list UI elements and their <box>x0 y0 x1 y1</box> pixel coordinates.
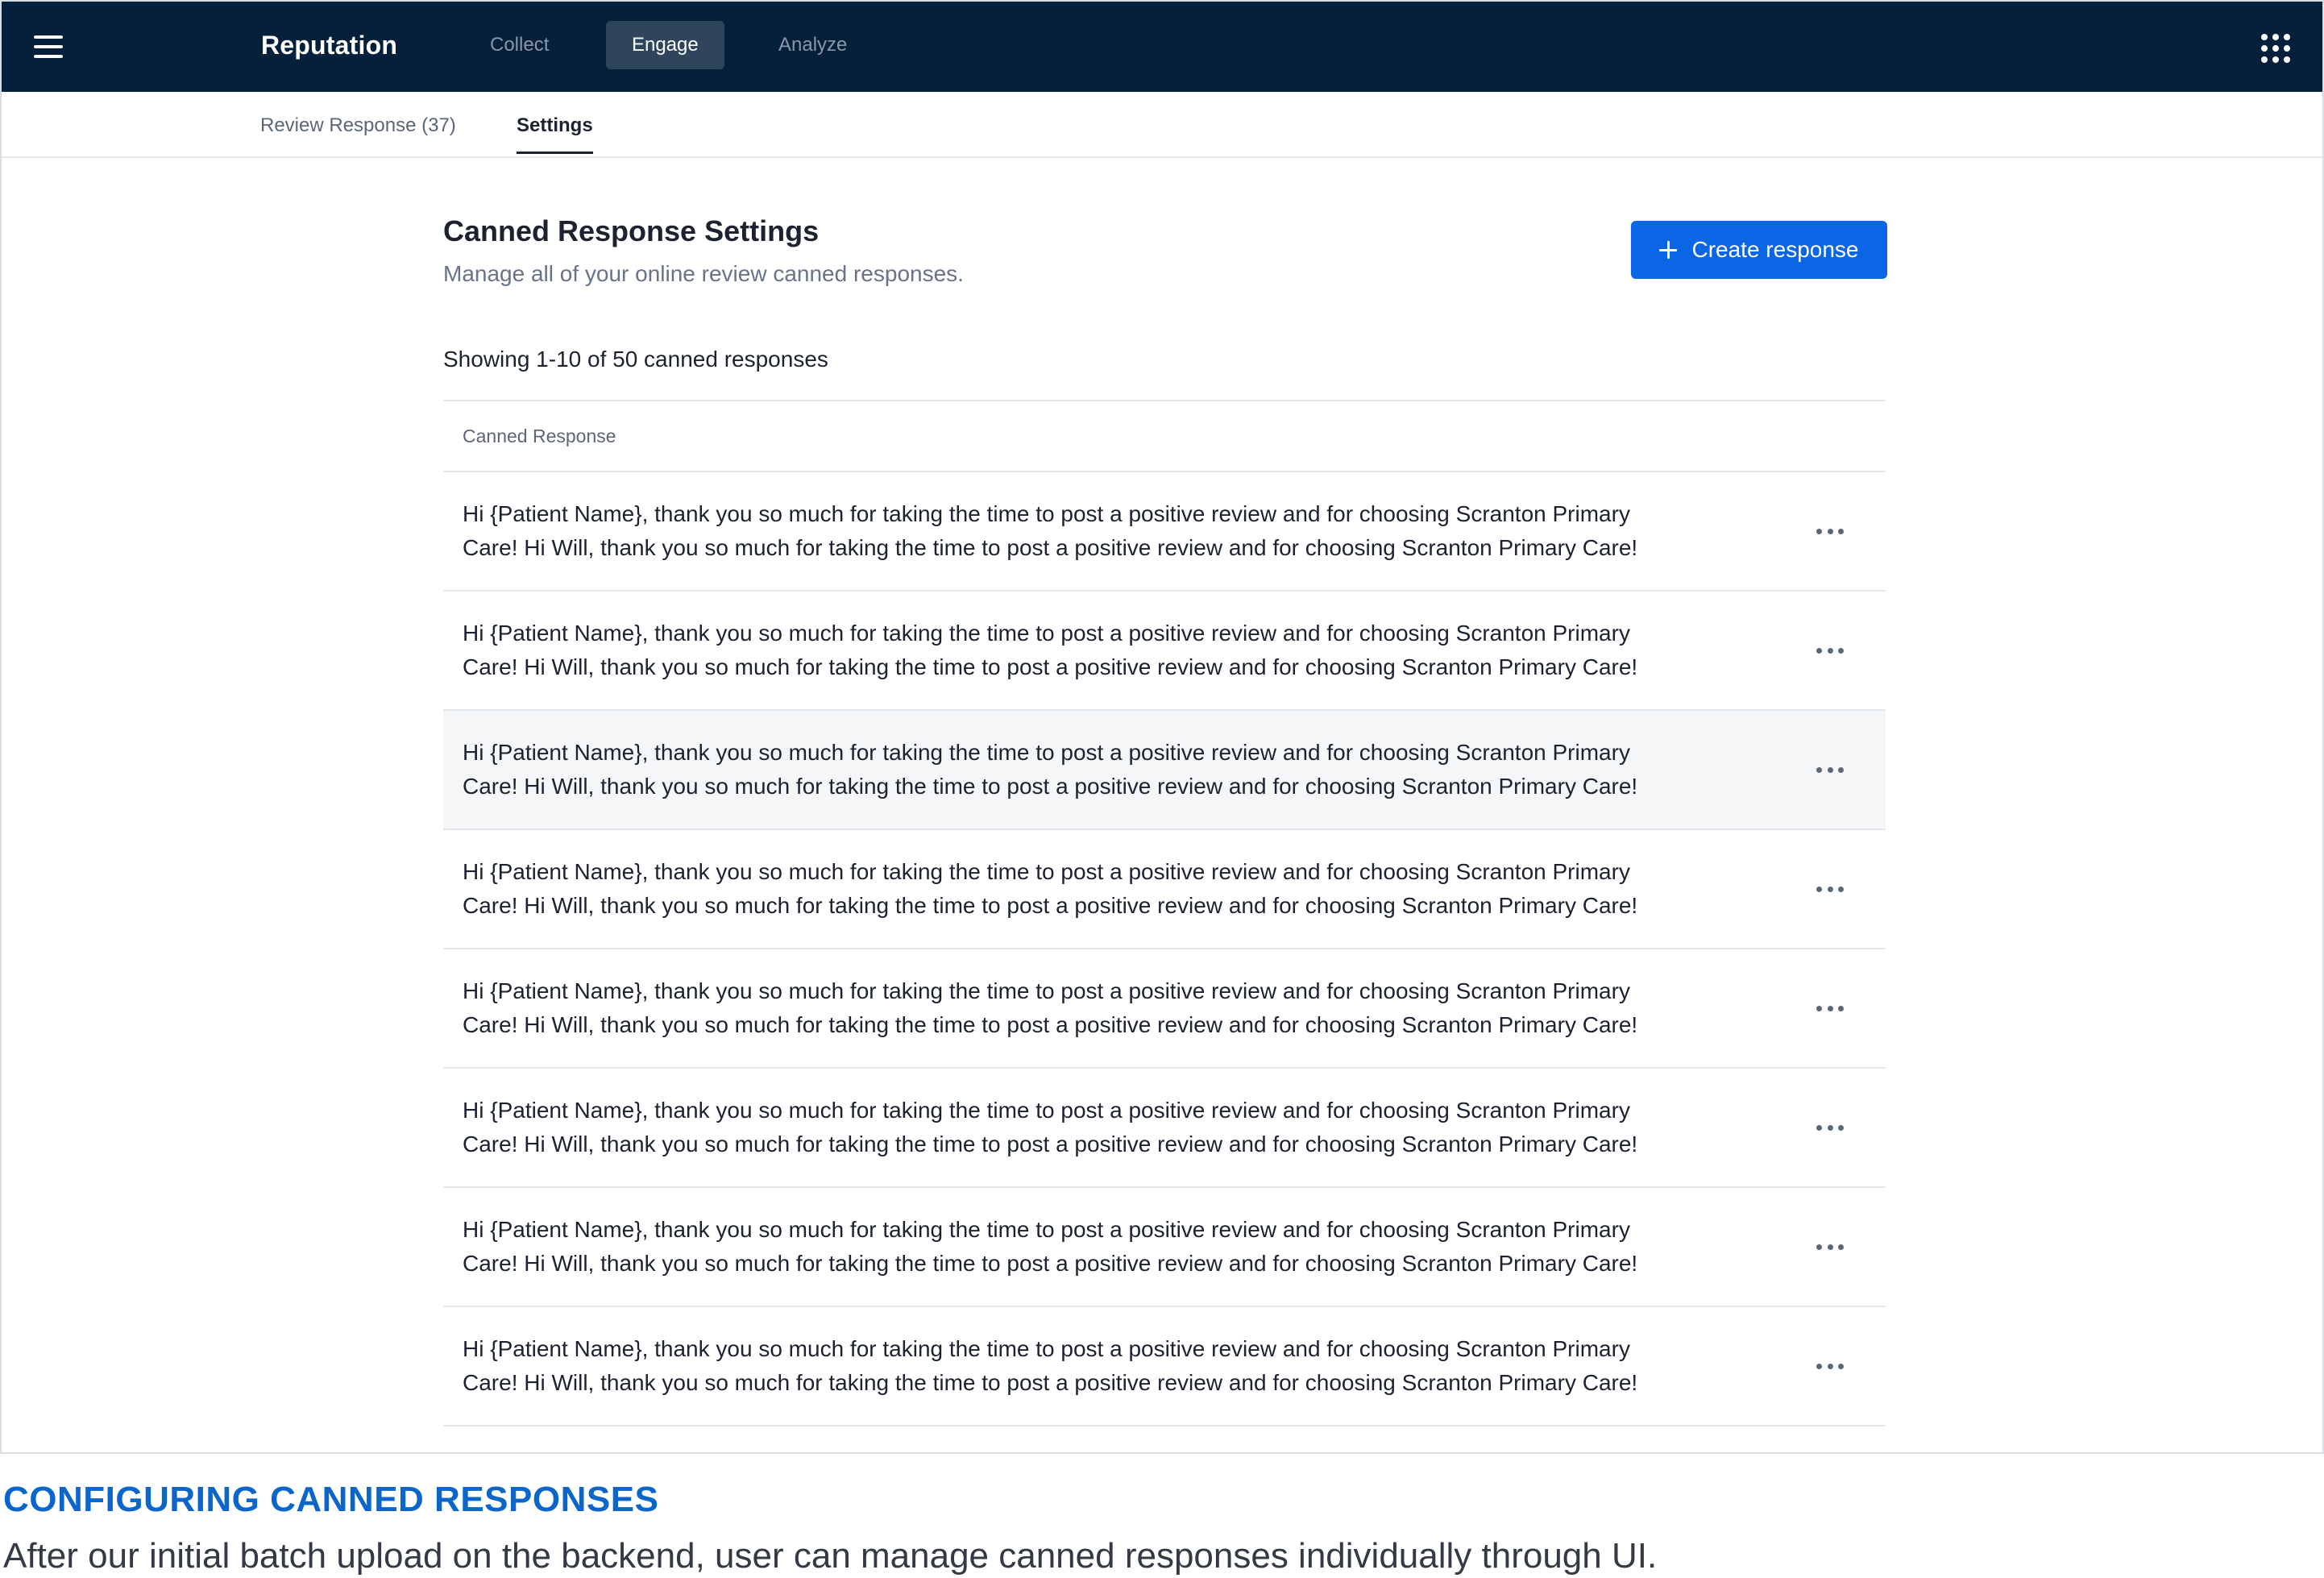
response-line-2: Care! Hi Will, thank you so much for tak… <box>463 1370 1638 1395</box>
sub-navigation: Review Response (37) Settings <box>2 92 2322 158</box>
nav-tab-engage[interactable]: Engage <box>606 21 724 69</box>
response-line-1: Hi {Patient Name}, thank you so much for… <box>463 1098 1630 1123</box>
create-response-label: Create response <box>1691 237 1859 262</box>
table-row[interactable]: Hi {Patient Name}, thank you so much for… <box>443 1307 1886 1426</box>
response-line-2: Care! Hi Will, thank you so much for tak… <box>463 1251 1638 1276</box>
more-horizontal-icon[interactable] <box>1816 522 1844 540</box>
top-navigation-bar: Reputation Collect Engage Analyze <box>2 2 2322 92</box>
more-horizontal-icon[interactable] <box>1816 1119 1844 1136</box>
more-horizontal-icon[interactable] <box>1816 1238 1844 1256</box>
canned-response-text: Hi {Patient Name}, thank you so much for… <box>443 855 1749 923</box>
caption-title: CONFIGURING CANNED RESPONSES <box>3 1480 659 1519</box>
response-line-1: Hi {Patient Name}, thank you so much for… <box>463 501 1630 526</box>
response-line-1: Hi {Patient Name}, thank you so much for… <box>463 1336 1630 1361</box>
create-response-button[interactable]: Create response <box>1631 221 1887 279</box>
response-line-1: Hi {Patient Name}, thank you so much for… <box>463 978 1630 1003</box>
page-title: Canned Response Settings <box>443 214 820 247</box>
nav-tab-collect[interactable]: Collect <box>464 21 575 69</box>
canned-response-text: Hi {Patient Name}, thank you so much for… <box>443 1094 1749 1161</box>
response-line-2: Care! Hi Will, thank you so much for tak… <box>463 654 1638 679</box>
table-row[interactable]: Hi {Patient Name}, thank you so much for… <box>443 830 1886 949</box>
canned-response-text: Hi {Patient Name}, thank you so much for… <box>443 1332 1749 1400</box>
canned-response-text: Hi {Patient Name}, thank you so much for… <box>443 974 1749 1042</box>
more-horizontal-icon[interactable] <box>1816 642 1844 659</box>
column-header-canned-response: Canned Response <box>463 425 616 446</box>
response-line-2: Care! Hi Will, thank you so much for tak… <box>463 774 1638 799</box>
more-horizontal-icon[interactable] <box>1816 880 1844 898</box>
table-row[interactable]: Hi {Patient Name}, thank you so much for… <box>443 1069 1886 1188</box>
table-row[interactable]: Hi {Patient Name}, thank you so much for… <box>443 1188 1886 1307</box>
table-row[interactable]: Hi {Patient Name}, thank you so much for… <box>443 592 1886 711</box>
response-line-2: Care! Hi Will, thank you so much for tak… <box>463 1012 1638 1037</box>
response-line-1: Hi {Patient Name}, thank you so much for… <box>463 621 1630 646</box>
canned-response-text: Hi {Patient Name}, thank you so much for… <box>443 497 1749 565</box>
response-line-2: Care! Hi Will, thank you so much for tak… <box>463 1132 1638 1157</box>
response-line-2: Care! Hi Will, thank you so much for tak… <box>463 535 1638 560</box>
canned-responses-table: Canned Response Hi {Patient Name}, thank… <box>443 400 1886 1426</box>
canned-response-text: Hi {Patient Name}, thank you so much for… <box>443 1213 1749 1281</box>
table-row[interactable]: Hi {Patient Name}, thank you so much for… <box>443 472 1886 592</box>
canned-response-text: Hi {Patient Name}, thank you so much for… <box>443 617 1749 684</box>
more-horizontal-icon[interactable] <box>1816 1357 1844 1375</box>
brand-title: Reputation <box>261 31 398 60</box>
subtab-settings[interactable]: Settings <box>517 114 593 154</box>
table-row[interactable]: Hi {Patient Name}, thank you so much for… <box>443 711 1886 830</box>
more-horizontal-icon[interactable] <box>1816 999 1844 1017</box>
plus-icon <box>1659 241 1678 259</box>
response-line-1: Hi {Patient Name}, thank you so much for… <box>463 859 1630 884</box>
nav-tab-analyze[interactable]: Analyze <box>753 21 873 69</box>
page-subtitle: Manage all of your online review canned … <box>443 261 964 286</box>
more-horizontal-icon[interactable] <box>1816 761 1844 779</box>
response-line-1: Hi {Patient Name}, thank you so much for… <box>463 1217 1630 1242</box>
table-header: Canned Response <box>443 400 1886 472</box>
apps-grid-icon[interactable] <box>2261 34 2290 63</box>
canned-response-text: Hi {Patient Name}, thank you so much for… <box>443 736 1749 804</box>
table-row[interactable]: Hi {Patient Name}, thank you so much for… <box>443 949 1886 1069</box>
caption-body: After our initial batch upload on the ba… <box>3 1536 1658 1576</box>
response-line-2: Care! Hi Will, thank you so much for tak… <box>463 893 1638 918</box>
results-summary: Showing 1-10 of 50 canned responses <box>443 347 828 372</box>
response-line-1: Hi {Patient Name}, thank you so much for… <box>463 740 1630 765</box>
app-window: Reputation Collect Engage Analyze Review… <box>0 0 2324 1454</box>
hamburger-menu-icon[interactable] <box>34 35 63 58</box>
subtab-review-response[interactable]: Review Response (37) <box>260 114 456 152</box>
